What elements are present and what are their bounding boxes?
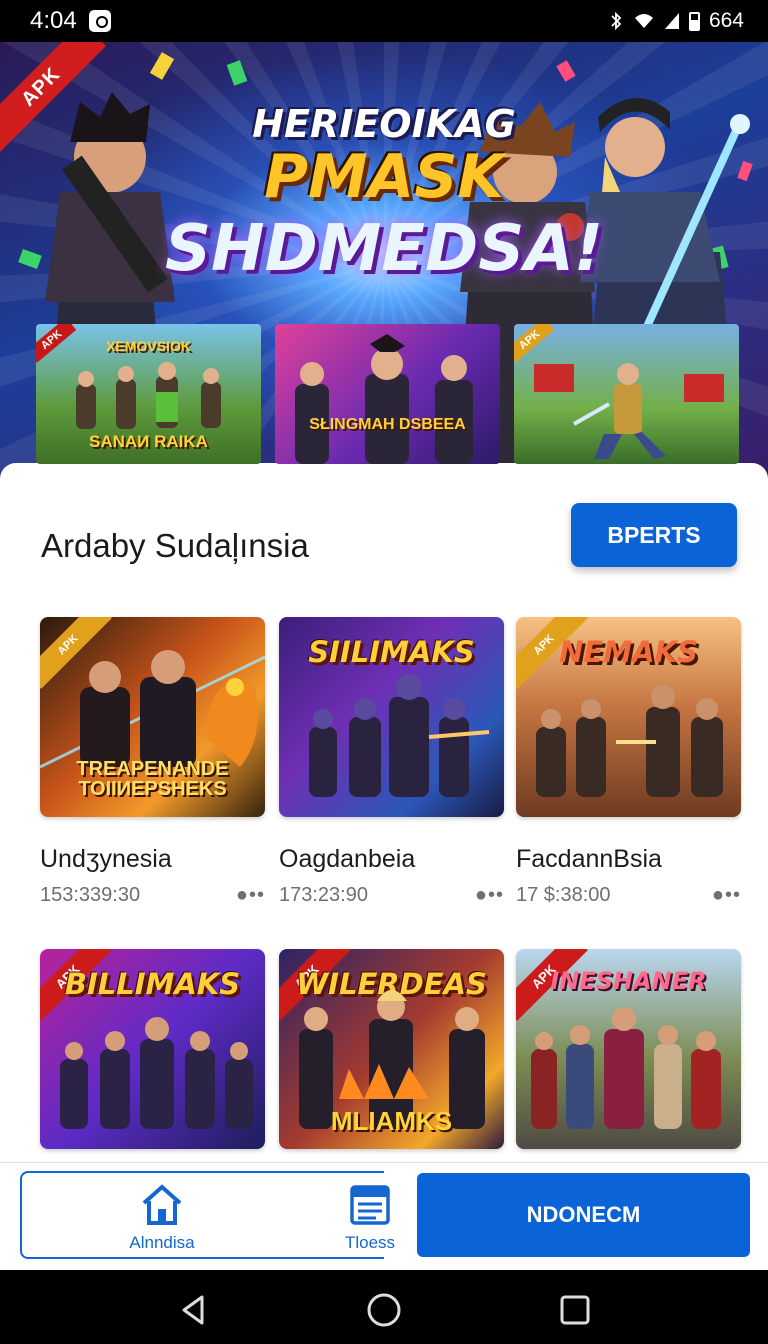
game-card[interactable]: APK NEMAKS FacdannBsia 17 $:38:00 ●••: [516, 617, 741, 907]
hero-thumbnail[interactable]: APK: [514, 324, 739, 464]
thumbnail-caption: SANAИ RAIKA: [89, 432, 208, 451]
game-card[interactable]: APK BILLIMAKS: [40, 949, 265, 1149]
game-art-figures: [309, 674, 490, 797]
signal-icon: [664, 13, 679, 29]
more-icon[interactable]: ●••: [475, 884, 504, 907]
tab-home[interactable]: Alnndisa: [102, 1183, 222, 1253]
list-icon: [350, 1185, 390, 1225]
game-card[interactable]: APK TREAPENANDE ТОІІИEPSHEKS Undʒynesia …: [40, 617, 265, 907]
game-name: Oagdanbeia: [279, 845, 416, 873]
game-art-caption: MLIAMKS: [330, 1106, 453, 1136]
recents-icon[interactable]: [557, 1292, 593, 1328]
game-name: Undʒynesia: [40, 845, 172, 873]
wifi-icon: [634, 14, 653, 28]
game-card[interactable]: SIILIMAKS Oagdanbeia 173:23:90 ●••: [279, 617, 504, 907]
game-card[interactable]: APK INESHANER: [516, 949, 741, 1149]
section-action-button[interactable]: BPERTS: [571, 503, 737, 567]
hero-thumbnail[interactable]: SŁINGMAH DSBEEA: [275, 324, 500, 464]
game-card[interactable]: APK WILERDEAS MLIAMKS: [279, 949, 504, 1149]
home-circle-icon[interactable]: [366, 1292, 402, 1328]
game-thumbnail[interactable]: APK BILLIMAKS: [40, 949, 265, 1149]
bottom-nav: Alnndisa Tloess NDONECM: [0, 1162, 768, 1270]
hero-title-line1: HERIEOIKAG: [252, 102, 516, 146]
game-meta-text: 173:23:90: [279, 884, 368, 906]
battery-text: 664: [708, 9, 744, 32]
status-left: 4:04: [30, 7, 111, 35]
section-title: Ardaby Sudaļınsia: [41, 527, 309, 564]
game-meta: 153:339:30 ●••: [40, 884, 265, 907]
status-right: 664: [608, 9, 744, 33]
game-art-figures: [60, 1017, 253, 1129]
thumbnail-figures: [534, 363, 724, 459]
game-meta-text: 153:339:30: [40, 884, 141, 906]
game-meta-text: 17 $:38:00: [516, 884, 611, 906]
notification-icon: [88, 10, 111, 32]
game-thumbnail[interactable]: APK NEMAKS: [516, 617, 741, 817]
game-thumbnail[interactable]: SIILIMAKS: [279, 617, 504, 817]
home-icon: [142, 1184, 182, 1225]
content-panel: Ardaby Sudaļınsia BPERTS APK TREAPENANDE…: [0, 463, 768, 1163]
game-name: FacdannBsia: [516, 845, 662, 873]
thumbnail-caption: SŁINGMAH DSBEEA: [309, 416, 466, 433]
game-meta: 173:23:90 ●••: [279, 884, 504, 907]
game-meta: 17 $:38:00 ●••: [516, 884, 741, 907]
game-art-figures: [536, 685, 723, 797]
game-thumbnail[interactable]: APK TREAPENANDE ТОІІИEPSHEKS: [40, 617, 265, 817]
back-icon[interactable]: [176, 1292, 212, 1328]
primary-action-button[interactable]: NDONECM: [417, 1173, 750, 1257]
tab-home-label: Alnndisa: [129, 1233, 195, 1252]
system-nav-bar: [0, 1270, 768, 1344]
hero-thumbnail[interactable]: APK ХЕМОVSIOK SANAИ RAIKA: [36, 324, 261, 464]
more-icon[interactable]: ●••: [236, 884, 265, 907]
tab-list[interactable]: Tloess: [310, 1183, 430, 1253]
hero-title-line3: SHDMEDSA!: [164, 212, 604, 286]
status-bar: 4:04 664: [0, 0, 768, 42]
hero-thumbnails: APK ХЕМОVSIOK SANAИ RAIKA SŁINGMAH DSBEE…: [36, 324, 740, 464]
bluetooth-icon: [611, 12, 622, 30]
more-icon[interactable]: ●••: [712, 884, 741, 907]
battery-icon: [688, 11, 700, 31]
tab-list-label: Tloess: [344, 1233, 396, 1252]
game-art-figures: [531, 1007, 721, 1129]
game-thumbnail[interactable]: APK WILERDEAS MLIAMKS: [279, 949, 504, 1149]
thumbnail-figures: [295, 334, 473, 464]
game-thumbnail[interactable]: APK INESHANER: [516, 949, 741, 1149]
status-time: 4:04: [30, 7, 77, 34]
hero-title-line2: PMASK: [264, 142, 504, 212]
game-art-caption: TREAPENANDE ТОІІИEPSHEKS: [76, 758, 229, 800]
nav-tabs: Alnndisa Tloess: [20, 1171, 395, 1259]
hero-banner[interactable]: APK HERIEOIKAG PMASK SHDMEDSA! APK ХЕМОV…: [0, 42, 768, 482]
